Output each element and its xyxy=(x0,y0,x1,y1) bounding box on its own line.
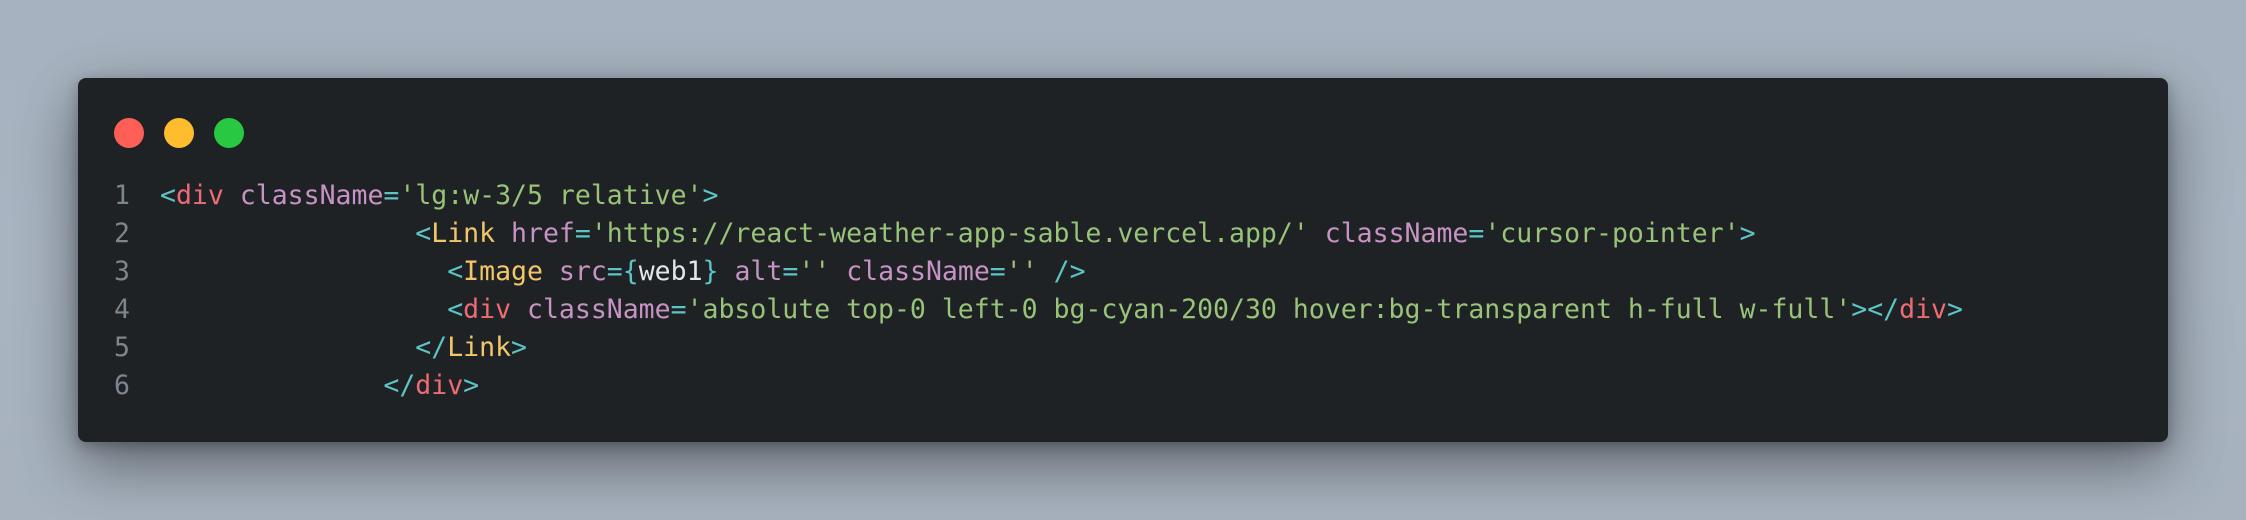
line-number: 1 xyxy=(114,180,130,211)
code-token-punc: > xyxy=(463,370,480,401)
code-token-ident: web1 xyxy=(638,256,703,287)
code-token-tag: div xyxy=(1899,294,1947,325)
code-token-attr: className xyxy=(1324,218,1469,249)
code-token-punc: </ xyxy=(415,332,448,363)
code-token-tag: div xyxy=(463,294,512,325)
code-token-ident xyxy=(224,180,240,211)
window-controls xyxy=(114,118,244,148)
code-window: 1 <div className='lg:w-3/5 relative'> 2 <L… xyxy=(78,78,2168,442)
code-token-attr: className xyxy=(527,294,671,325)
code-token-punc: < xyxy=(415,218,432,249)
code-line-content: <div className='lg:w-3/5 relative'> xyxy=(130,177,718,215)
minimize-button[interactable] xyxy=(164,118,194,148)
line-number: 3 xyxy=(114,256,130,287)
code-token-punc: = xyxy=(383,180,400,211)
code-token-punc: = xyxy=(989,256,1006,287)
code-token-punc: < xyxy=(447,294,464,325)
code-token-punc: > xyxy=(1739,218,1756,249)
code-line-content: <Link href='https://react-weather-app-sa… xyxy=(130,215,1756,253)
code-token-ident xyxy=(495,218,511,249)
code-line: 4 <div className='absolute top-0 left-0 … xyxy=(78,291,2168,329)
code-token-attr: src xyxy=(558,256,607,287)
code-token-attr: className xyxy=(239,180,384,211)
code-token-tag: div xyxy=(415,370,464,401)
code-line: 5 </Link> xyxy=(78,329,2168,367)
code-token-punc: > xyxy=(702,180,719,211)
code-token-ident xyxy=(543,256,559,287)
code-token-punc: > xyxy=(1946,294,1963,325)
code-token-punc: = xyxy=(574,218,591,249)
code-line: 3 <Image src={web1} alt='' className='' … xyxy=(78,253,2168,291)
code-token-ident xyxy=(830,256,846,287)
code-token-attr: href xyxy=(511,218,575,249)
code-token-ident xyxy=(1309,218,1325,249)
code-token-punc: = xyxy=(670,294,687,325)
code-token-str: '' xyxy=(798,256,831,287)
code-token-comp: Link xyxy=(447,332,512,363)
code-token-punc: > xyxy=(511,332,527,363)
line-number: 5 xyxy=(114,332,130,363)
code-line: 6 </div> xyxy=(78,367,2168,405)
code-token-punc: < xyxy=(447,256,464,287)
code-block: 1 <div className='lg:w-3/5 relative'> 2 <L… xyxy=(78,177,2168,405)
code-line: 2 <Link href='https://react-weather-app-… xyxy=(78,215,2168,253)
code-token-punc: = xyxy=(782,256,799,287)
code-token-str: '' xyxy=(1005,256,1038,287)
code-line-content: </div> xyxy=(130,367,479,405)
code-token-attr: className xyxy=(846,256,990,287)
line-number: 6 xyxy=(114,370,130,401)
code-token-str: 'absolute top-0 left-0 bg-cyan-200/30 ho… xyxy=(686,294,1852,325)
code-token-ident xyxy=(719,256,735,287)
code-token-punc: < xyxy=(160,180,176,211)
code-token-str: 'https://react-weather-app-sable.vercel.… xyxy=(590,218,1309,249)
code-token-str: 'lg:w-3/5 relative' xyxy=(399,180,703,211)
maximize-button[interactable] xyxy=(214,118,244,148)
code-token-punc: /> xyxy=(1053,256,1086,287)
code-token-punc: = xyxy=(1468,218,1485,249)
line-number: 4 xyxy=(114,294,130,325)
code-token-punc: </ xyxy=(383,370,416,401)
code-token-attr: alt xyxy=(734,256,783,287)
code-line-content: <Image src={web1} alt='' className='' /> xyxy=(130,253,1086,291)
code-token-ident xyxy=(511,294,527,325)
code-token-punc: ={ xyxy=(606,256,639,287)
code-line: 1 <div className='lg:w-3/5 relative'> xyxy=(78,177,2168,215)
code-token-ident xyxy=(1038,256,1054,287)
code-token-str: 'cursor-pointer' xyxy=(1484,218,1740,249)
line-number: 2 xyxy=(114,218,130,249)
code-token-tag: div xyxy=(175,180,224,211)
code-line-content: </Link> xyxy=(130,329,527,367)
code-token-punc: ></ xyxy=(1851,294,1900,325)
code-token-comp: Link xyxy=(431,218,496,249)
close-button[interactable] xyxy=(114,118,144,148)
code-token-punc: } xyxy=(702,256,719,287)
code-token-comp: Image xyxy=(463,256,543,287)
code-line-content: <div className='absolute top-0 left-0 bg… xyxy=(130,291,1963,329)
